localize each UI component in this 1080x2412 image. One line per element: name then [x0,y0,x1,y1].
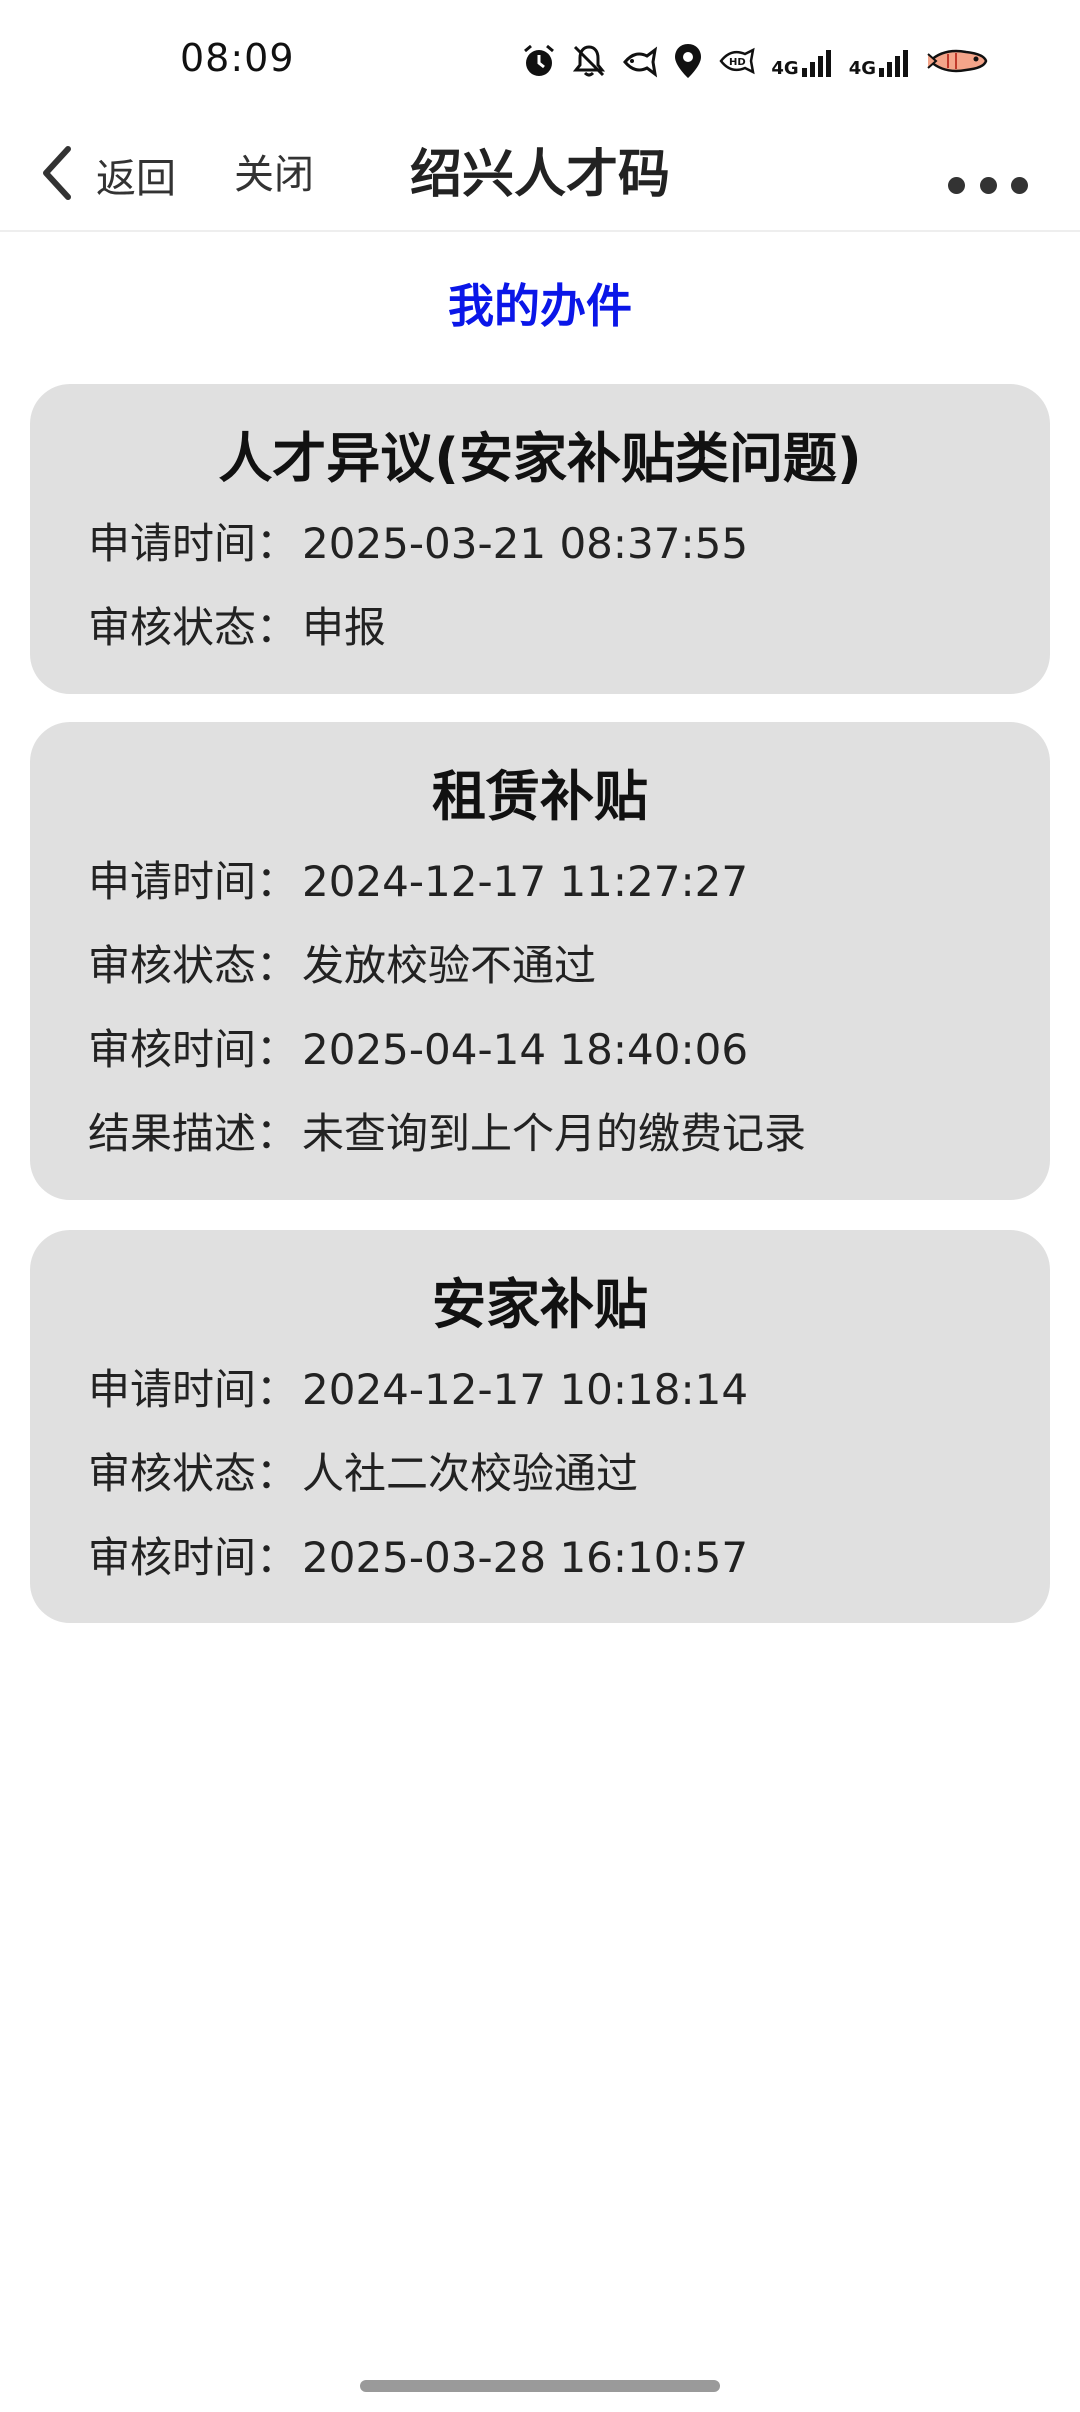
status-bar: 08:09 HD 4G 4G [0,0,1080,120]
apply-time-label: 申请时间： [88,519,299,568]
review-status-label: 审核状态： [88,603,299,652]
page-title: 绍兴人才码 [409,145,670,205]
review-time-row: 审核时间：2025-04-14 18:40:06 [88,1016,748,1077]
apply-time-row: 申请时间：2024-12-17 10:18:14 [88,1356,748,1417]
apply-time-label: 申请时间： [88,857,299,906]
alarm-icon [521,43,557,79]
back-button[interactable]: 返回 [40,140,176,210]
fish-icon [621,44,659,78]
apply-time-label: 申请时间： [88,1365,299,1414]
application-card[interactable]: 租赁补贴 申请时间：2024-12-17 11:27:27 审核状态：发放校验不… [30,722,1050,1200]
review-time-row: 审核时间：2025-03-28 16:10:57 [88,1524,748,1585]
review-time-value: 2025-03-28 16:10:57 [302,1533,749,1582]
application-card[interactable]: 人才异议(安家补贴类问题) 申请时间：2025-03-21 08:37:55 审… [30,384,1050,694]
signal-icon-2: 4G [849,44,912,78]
status-icons: HD 4G 4G [521,36,990,86]
application-title: 租赁补贴 [432,765,648,828]
location-icon [673,42,703,80]
back-label: 返回 [96,156,176,202]
result-description-value: 未查询到上个月的缴费记录 [302,1109,807,1158]
section-heading: 我的办件 [448,279,632,333]
apply-time-row: 申请时间：2024-12-17 11:27:27 [88,848,748,909]
review-status-value: 申报 [302,603,387,652]
review-time-value: 2025-04-14 18:40:06 [302,1025,749,1074]
review-status-row: 审核状态：人社二次校验通过 [88,1440,638,1501]
review-status-value: 人社二次校验通过 [302,1449,639,1498]
review-time-label: 审核时间： [88,1533,299,1582]
network-type-label: 4G [771,58,799,79]
application-title: 人才异议(安家补贴类问题) [218,427,862,490]
apply-time-value: 2025-03-21 08:37:55 [302,519,749,568]
apply-time-value: 2024-12-17 11:27:27 [302,857,749,906]
apply-time-row: 申请时间：2025-03-21 08:37:55 [88,510,748,571]
hd-icon: HD [717,46,757,76]
navigation-bar: 返回 关闭 绍兴人才码 [0,120,1080,232]
more-dot-icon [948,176,965,194]
result-description-label: 结果描述： [88,1109,299,1158]
network-type-label-2: 4G [848,58,876,79]
close-button[interactable]: 关闭 [234,140,314,210]
status-time: 08:09 [180,36,295,80]
home-indicator[interactable] [360,2380,720,2392]
svg-text:HD: HD [729,57,746,68]
chevron-left-icon [40,145,74,205]
review-status-row: 审核状态：申报 [88,594,386,655]
apply-time-value: 2024-12-17 10:18:14 [302,1365,749,1414]
review-status-value: 发放校验不通过 [302,941,597,990]
review-status-label: 审核状态： [88,1449,299,1498]
more-dot-icon [979,176,997,194]
review-time-label: 审核时间： [88,1025,299,1074]
signal-icon: 4G [771,44,834,78]
application-title: 安家补贴 [432,1273,648,1336]
mute-icon [571,43,607,79]
more-options-button[interactable] [948,160,1028,210]
result-description-row: 结果描述：未查询到上个月的缴费记录 [88,1100,806,1161]
application-card[interactable]: 安家补贴 申请时间：2024-12-17 10:18:14 审核状态：人社二次校… [30,1230,1050,1623]
review-status-row: 审核状态：发放校验不通过 [88,932,596,993]
battery-fish-icon [926,46,990,76]
more-dot-icon [1011,176,1028,194]
review-status-label: 审核状态： [88,941,299,990]
